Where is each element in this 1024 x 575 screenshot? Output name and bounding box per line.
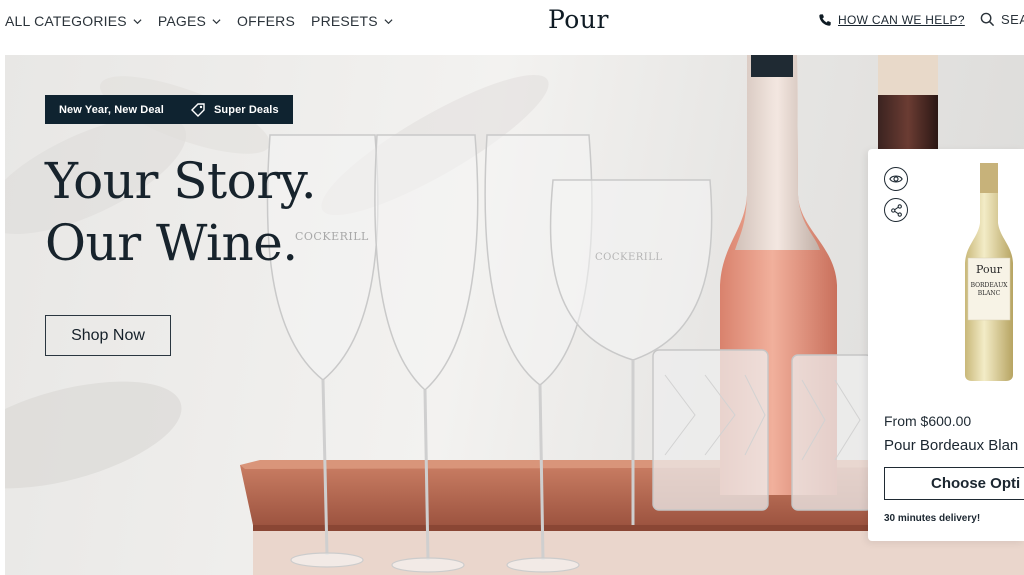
nav-label: PRESETS <box>311 13 378 29</box>
eye-icon <box>889 175 903 183</box>
shop-now-button[interactable]: Shop Now <box>45 315 171 356</box>
bottle-label-line1: BORDEAUX <box>971 282 1009 289</box>
share-button[interactable] <box>884 198 908 222</box>
nav-pages[interactable]: PAGES <box>158 13 221 29</box>
badge-super-deals[interactable]: Super Deals <box>178 95 293 124</box>
product-price: From $600.00 <box>884 413 972 429</box>
headline-line-2: Our Wine. <box>45 214 298 272</box>
bottle-label-line2: BLANC <box>978 290 1001 297</box>
site-header: ALL CATEGORIES PAGES OFFERS PRESETS Pour… <box>0 0 1024 55</box>
quick-view-button[interactable] <box>884 167 908 191</box>
badge-label: Super Deals <box>214 103 279 116</box>
search-trigger[interactable]: SEA <box>980 12 1024 27</box>
headline-line-1: Your Story. <box>45 152 317 210</box>
product-image: Pour BORDEAUX BLANC <box>965 163 1013 381</box>
site-logo[interactable]: Pour <box>548 5 609 34</box>
chevron-down-icon <box>384 18 393 24</box>
help-link[interactable]: HOW CAN WE HELP? <box>838 13 965 27</box>
bottle-label-brand: Pour <box>976 263 1003 276</box>
nav-all-categories[interactable]: ALL CATEGORIES <box>5 13 142 29</box>
product-card[interactable]: Pour BORDEAUX BLANC From $600.00 Pour Bo… <box>868 149 1024 541</box>
delivery-note: 30 minutes delivery! <box>884 513 981 524</box>
glass-etching: COCKERILL <box>595 252 663 263</box>
main-nav: ALL CATEGORIES PAGES OFFERS PRESETS <box>5 13 409 29</box>
badge-new-year-deal[interactable]: New Year, New Deal <box>45 95 178 124</box>
nav-label: ALL CATEGORIES <box>5 13 127 29</box>
chevron-down-icon <box>212 18 221 24</box>
badge-label: New Year, New Deal <box>59 103 164 116</box>
search-label: SEA <box>1001 12 1024 27</box>
hero-headline: Your Story. Our Wine. <box>45 150 317 274</box>
chevron-down-icon <box>133 18 142 24</box>
tag-icon <box>191 102 205 117</box>
search-icon <box>980 12 995 27</box>
nav-label: OFFERS <box>237 13 296 29</box>
product-name[interactable]: Pour Bordeaux Blan <box>884 437 1018 454</box>
nav-label: PAGES <box>157 13 207 29</box>
help-link-group[interactable]: HOW CAN WE HELP? <box>818 13 965 27</box>
nav-offers[interactable]: OFFERS <box>237 13 295 29</box>
choose-options-button[interactable]: Choose Opti <box>884 467 1024 500</box>
share-icon <box>890 203 902 217</box>
nav-presets[interactable]: PRESETS <box>311 13 393 29</box>
phone-icon <box>819 14 831 26</box>
